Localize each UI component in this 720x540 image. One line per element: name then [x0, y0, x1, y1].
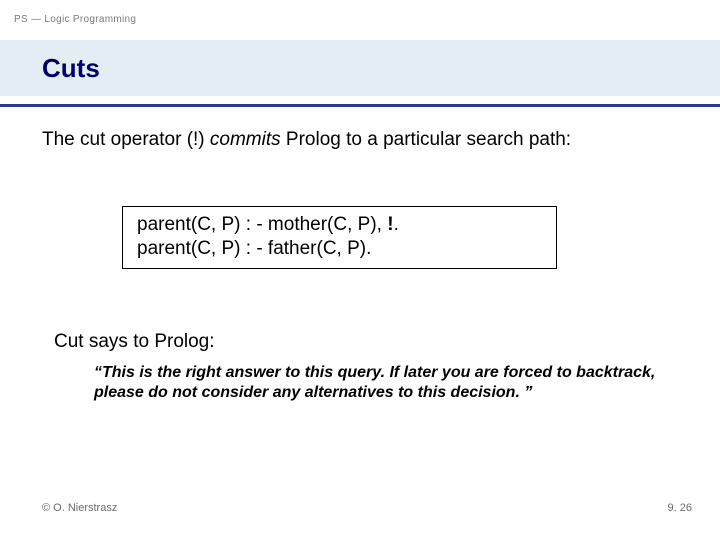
cut-quote: “This is the right answer to this query.…	[42, 363, 678, 403]
lead-commits: commits	[210, 129, 281, 150]
code-line-1: parent(C, P) : - mother(C, P), !.	[137, 213, 542, 237]
breadcrumb: PS — Logic Programming	[14, 14, 136, 25]
lead-post: Prolog to a particular search path:	[281, 129, 571, 150]
lead-text: The cut operator (!) commits Prolog to a…	[42, 128, 678, 152]
slide-body: The cut operator (!) commits Prolog to a…	[42, 128, 678, 403]
code-line-2: parent(C, P) : - father(C, P).	[137, 237, 542, 261]
footer-copyright: © O. Nierstrasz	[42, 502, 117, 514]
page-title: Cuts	[0, 53, 100, 84]
title-underline	[0, 104, 720, 107]
footer-page-number: 9. 26	[668, 502, 692, 514]
code-line-1-post: .	[394, 214, 399, 235]
lead-pre: The cut operator (!)	[42, 129, 210, 150]
code-line-1-pre: parent(C, P) : - mother(C, P),	[137, 214, 387, 235]
slide: PS — Logic Programming Cuts The cut oper…	[0, 0, 720, 540]
cut-says-label: Cut says to Prolog:	[42, 331, 678, 353]
code-box: parent(C, P) : - mother(C, P), !. parent…	[122, 206, 557, 270]
title-band: Cuts	[0, 40, 720, 96]
